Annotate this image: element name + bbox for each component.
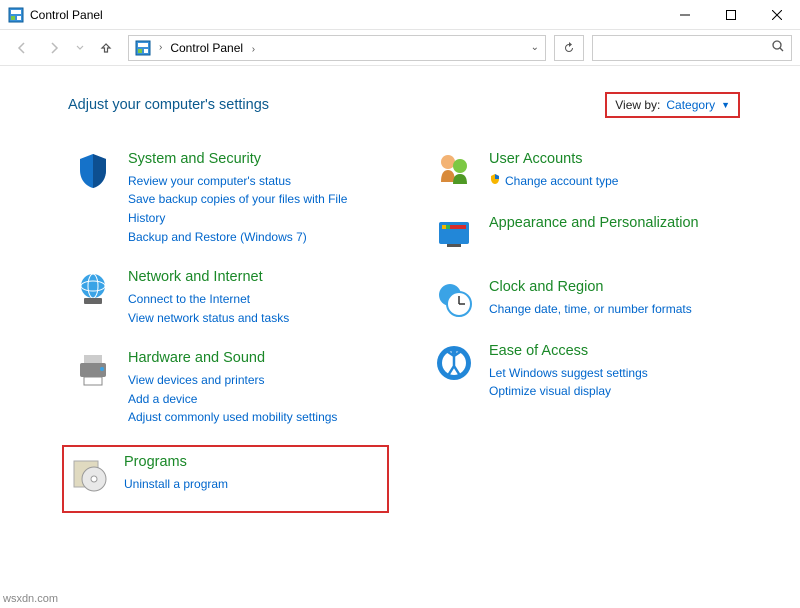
category-hardware[interactable]: Hardware and Sound View devices and prin… [68, 345, 379, 431]
chevron-down-icon[interactable]: ⌄ [531, 42, 539, 53]
category-title[interactable]: Hardware and Sound [128, 349, 337, 368]
category-system-security[interactable]: System and Security Review your computer… [68, 146, 379, 250]
category-title[interactable]: Appearance and Personalization [489, 214, 699, 233]
category-link[interactable]: Backup and Restore (Windows 7) [128, 228, 375, 247]
category-link[interactable]: Change account type [489, 172, 618, 191]
chevron-right-icon: › [159, 42, 162, 53]
category-title[interactable]: Programs [124, 453, 228, 472]
breadcrumb[interactable]: Control Panel › [170, 41, 524, 55]
control-panel-icon [8, 7, 24, 23]
category-link[interactable]: Add a device [128, 390, 337, 409]
view-by-selector[interactable]: View by: Category ▼ [605, 92, 740, 118]
uac-shield-icon [489, 172, 501, 191]
category-link[interactable]: Optimize visual display [489, 382, 648, 401]
category-link[interactable]: Adjust commonly used mobility settings [128, 408, 337, 427]
search-icon [771, 39, 785, 56]
watermark: wsxdn.com [3, 593, 58, 605]
monitor-icon [433, 214, 475, 256]
up-button[interactable] [92, 34, 120, 62]
address-bar[interactable]: › Control Panel › ⌄ [128, 35, 546, 61]
category-link[interactable]: Save backup copies of your files with Fi… [128, 190, 375, 227]
category-link[interactable]: Change date, time, or number formats [489, 300, 692, 319]
window-title: Control Panel [30, 8, 662, 22]
refresh-button[interactable] [554, 35, 584, 61]
maximize-button[interactable] [708, 0, 754, 30]
navigation-bar: › Control Panel › ⌄ [0, 30, 800, 66]
page-title: Adjust your computer's settings [68, 97, 605, 113]
minimize-button[interactable] [662, 0, 708, 30]
category-ease-of-access[interactable]: Ease of Access Let Windows suggest setti… [429, 338, 740, 405]
search-input[interactable] [599, 41, 771, 55]
category-title[interactable]: Network and Internet [128, 268, 289, 287]
viewby-label: View by: [615, 98, 660, 112]
back-button[interactable] [8, 34, 36, 62]
chevron-down-icon: ▼ [721, 100, 730, 110]
control-panel-icon [135, 40, 151, 56]
globe-icon [72, 268, 114, 310]
category-network[interactable]: Network and Internet Connect to the Inte… [68, 264, 379, 331]
category-user-accounts[interactable]: User Accounts Change account type [429, 146, 740, 196]
right-column: User Accounts Change account type Appear… [429, 146, 740, 527]
window-titlebar: Control Panel [0, 0, 800, 30]
category-link[interactable]: Uninstall a program [124, 475, 228, 494]
clock-icon [433, 278, 475, 320]
chevron-right-icon: › [252, 44, 255, 55]
category-appearance[interactable]: Appearance and Personalization [429, 210, 740, 260]
left-column: System and Security Review your computer… [68, 146, 379, 527]
category-link[interactable]: View devices and printers [128, 371, 337, 390]
viewby-value: Category [666, 98, 715, 112]
category-link[interactable]: Connect to the Internet [128, 290, 289, 309]
users-icon [433, 150, 475, 192]
category-link[interactable]: Review your computer's status [128, 172, 375, 191]
close-button[interactable] [754, 0, 800, 30]
content-area: Adjust your computer's settings View by:… [0, 66, 800, 527]
disc-icon [68, 453, 110, 495]
search-box[interactable] [592, 35, 792, 61]
shield-icon [72, 150, 114, 192]
category-title[interactable]: System and Security [128, 150, 375, 169]
category-link[interactable]: View network status and tasks [128, 309, 289, 328]
category-programs[interactable]: Programs Uninstall a program [62, 445, 389, 513]
forward-button[interactable] [40, 34, 68, 62]
accessibility-icon [433, 342, 475, 384]
category-link[interactable]: Let Windows suggest settings [489, 364, 648, 383]
category-title[interactable]: Clock and Region [489, 278, 692, 297]
printer-icon [72, 349, 114, 391]
category-title[interactable]: Ease of Access [489, 342, 648, 361]
category-clock-region[interactable]: Clock and Region Change date, time, or n… [429, 274, 740, 324]
category-title[interactable]: User Accounts [489, 150, 618, 169]
recent-button[interactable] [72, 34, 88, 62]
